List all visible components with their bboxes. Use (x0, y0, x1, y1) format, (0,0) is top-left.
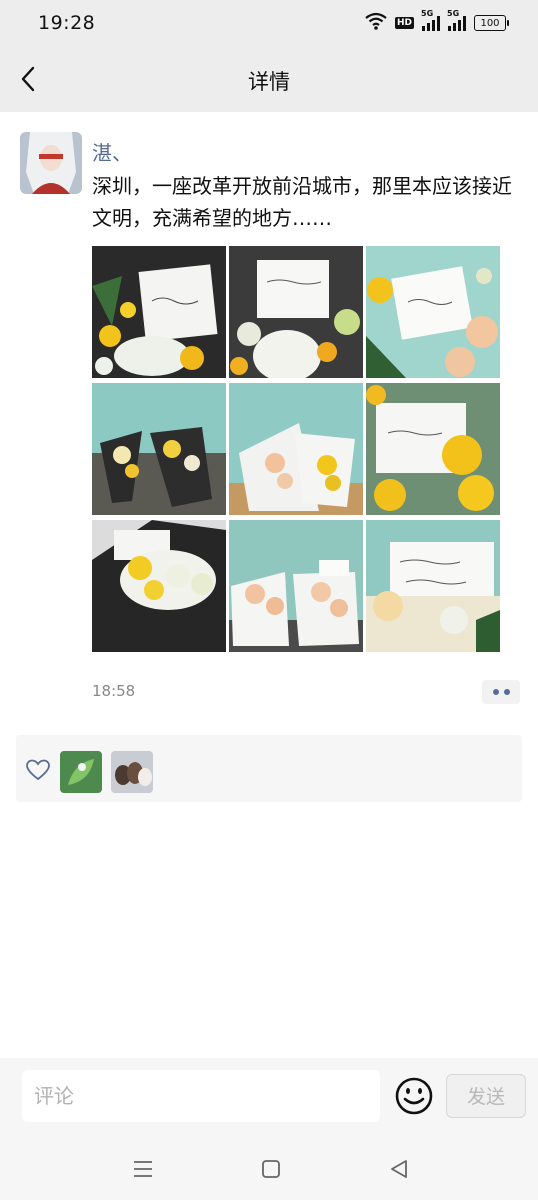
avatar[interactable] (20, 132, 82, 194)
signal-icon-2: 5G (447, 9, 466, 31)
photo-8[interactable] (229, 520, 363, 652)
battery-icon: 100 (474, 15, 509, 31)
comment-bar: 评论 发送 (0, 1058, 538, 1138)
system-nav-bar (0, 1138, 538, 1200)
photo-2[interactable] (229, 246, 363, 378)
home-square-icon (262, 1160, 280, 1178)
photo-grid (92, 246, 500, 652)
post-time: 18:58 (92, 682, 136, 700)
more-dots-icon (492, 689, 499, 695)
wifi-icon (365, 12, 387, 34)
status-time: 19:28 (38, 12, 96, 34)
photo-4[interactable] (92, 383, 226, 515)
liker-avatar-2[interactable] (111, 751, 153, 793)
post-text: 深圳，一座改革开放前沿城市，那里本应该接近文明，充满希望的地方…… (92, 174, 512, 230)
comment-input[interactable]: 评论 (22, 1070, 380, 1122)
photo-7[interactable] (92, 520, 226, 652)
post-username[interactable]: 湛、 (92, 137, 132, 166)
heart-icon (26, 759, 50, 781)
signal-icon: 5G (421, 9, 440, 31)
likes-box (16, 735, 522, 802)
title-bar: 详情 (0, 48, 538, 112)
page-title: 详情 (248, 70, 290, 94)
liker-avatar-1[interactable] (60, 751, 102, 793)
home-button[interactable] (258, 1156, 284, 1182)
menu-button[interactable] (130, 1156, 156, 1182)
hd-icon: HD (394, 17, 414, 29)
system-back-button[interactable] (386, 1156, 412, 1182)
photo-6[interactable] (366, 383, 500, 515)
emoji-button[interactable] (394, 1076, 434, 1116)
photo-1[interactable] (92, 246, 226, 378)
menu-icon (134, 1161, 152, 1177)
photo-3[interactable] (366, 246, 500, 378)
more-options-button[interactable] (482, 680, 520, 704)
back-triangle-icon (391, 1160, 407, 1178)
photo-5[interactable] (229, 383, 363, 515)
photo-9[interactable] (366, 520, 500, 652)
send-button[interactable]: 发送 (446, 1074, 526, 1118)
smiley-icon (395, 1077, 433, 1115)
status-icons: HD 5G 5G 100 (365, 9, 509, 34)
status-bar: 19:28 HD 5G 5G 100 (0, 0, 538, 48)
